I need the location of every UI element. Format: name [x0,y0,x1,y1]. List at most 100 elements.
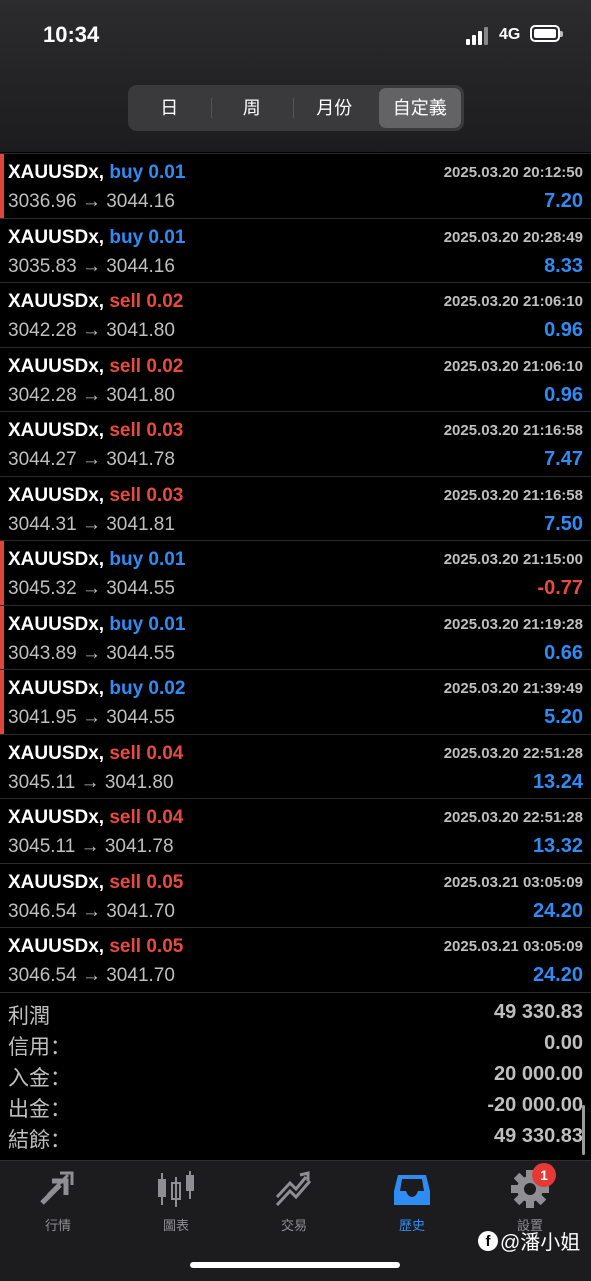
tab-settings[interactable]: 1 設置 [480,1163,580,1234]
trade-row[interactable]: XAUUSDx, buy 0.01 2025.03.20 21:19:28 3043… [0,605,591,670]
trade-side: sell 0.05 [109,872,183,893]
trade-side: buy 0.01 [109,549,185,570]
trade-symbol: XAUUSDx, sell 0.02 [8,356,183,378]
symbol-text: XAUUSDx, [8,162,105,183]
symbol-text: XAUUSDx, [8,936,105,957]
side-text: sell [109,420,142,441]
symbol-text: XAUUSDx, [8,807,105,828]
scrollbar[interactable] [582,1105,585,1155]
symbol-text: XAUUSDx, [8,613,105,635]
trade-symbol: XAUUSDx, buy 0.02 [8,678,185,700]
trade-profit: -0.77 [537,577,583,599]
side-text: sell [109,871,142,893]
balance-value: 49 330.83 [494,1125,583,1147]
trade-prices: 3045.11 → 3041.78 [8,836,174,857]
tab-quotes[interactable]: 行情 [8,1169,108,1234]
trade-row[interactable]: XAUUSDx, sell 0.04 2025.03.20 22:51:28 304… [0,735,591,799]
trade-datetime: 2025.03.20 22:51:28 [443,809,583,826]
trade-profit: 0.66 [544,641,583,664]
home-indicator[interactable] [190,1262,400,1268]
side-text: sell [109,484,142,506]
trade-datetime: 2025.03.21 03:05:09 [443,873,583,891]
profit-label: 利潤 [8,1005,50,1028]
trade-row[interactable]: XAUUSDx, buy 0.01 2025.03.20 20:28:49 3035… [0,219,591,283]
volume-text: 0.01 [148,226,186,248]
cellular-signal-icon [466,27,492,45]
tab-quotes-label: 行情 [44,1218,71,1233]
candlestick-icon [156,1169,196,1209]
facebook-icon: f [478,1230,498,1251]
trade-row[interactable]: XAUUSDx, buy 0.02 2025.03.20 21:39:49 3041… [0,670,591,735]
symbol-text: XAUUSDx, [8,291,105,312]
tab-trade[interactable]: 交易 [244,1169,344,1234]
trade-symbol: XAUUSDx, sell 0.05 [8,872,183,894]
segment-day[interactable]: 日 [128,88,211,128]
segment-month[interactable]: 月份 [293,88,376,128]
trade-symbol: XAUUSDx, buy 0.01 [8,162,185,184]
trade-profit: 13.24 [532,770,583,793]
tab-history[interactable]: 歷史 [362,1169,462,1234]
trade-side: sell 0.02 [109,356,183,377]
trade-prices: 3045.11 → 3041.80 [8,771,174,793]
trade-side: buy 0.02 [109,678,185,699]
volume-text: 0.04 [146,742,184,764]
trade-row[interactable]: XAUUSDx, sell 0.04 2025.03.20 22:51:28 304… [0,799,591,864]
trade-row[interactable]: XAUUSDx, sell 0.05 2025.03.21 03:05:09 304… [0,864,591,928]
trade-datetime: 2025.03.20 21:19:28 [443,615,583,633]
trade-row[interactable]: XAUUSDx, sell 0.05 2025.03.21 03:05:09 304… [0,928,591,993]
trade-row[interactable]: XAUUSDx, buy 0.01 2025.03.20 21:15:00 3045… [0,541,591,606]
trade-prices: 3046.54 → 3041.70 [8,900,175,922]
volume-text: 0.02 [146,355,184,377]
trade-row[interactable]: XAUUSDx, sell 0.02 2025.03.20 21:06:10 304… [0,348,591,412]
trade-side: sell 0.03 [109,420,183,441]
account-summary: 利潤 49 330.83 信用： 0.00 入金： 20 000.00 出金： … [0,998,591,1153]
withdrawal-label: 出金： [8,1098,71,1121]
side-text: sell [109,742,142,764]
trade-profit: 24.20 [532,899,583,922]
segment-week[interactable]: 周 [210,88,294,128]
side-text: buy [109,678,144,699]
trade-history-list: 3039.21 → 3041.80-5.18XAUUSDx, buy 0.012… [0,120,591,993]
segment-custom[interactable]: 自定義 [378,88,461,128]
trade-row[interactable]: XAUUSDx, sell 0.03 2025.03.20 21:16:58 304… [0,477,591,541]
trade-datetime: 2025.03.20 22:51:28 [443,744,583,762]
volume-text: 0.05 [146,936,184,957]
symbol-text: XAUUSDx, [8,484,105,506]
deposit-label: 入金： [8,1067,71,1090]
trade-profit: 7.47 [544,448,583,470]
trade-prices: 3042.28 → 3041.80 [8,320,175,341]
tab-charts-label: 圖表 [162,1218,189,1233]
side-text: sell [109,355,142,377]
summary-deposit-row: 入金： 20 000.00 [0,1060,591,1091]
trade-row[interactable]: XAUUSDx, sell 0.03 2025.03.20 21:16:58 304… [0,412,591,477]
symbol-text: XAUUSDx, [8,678,105,699]
trade-datetime: 2025.03.20 21:16:58 [443,486,583,504]
volume-text: 0.04 [146,807,184,828]
trade-symbol: XAUUSDx, sell 0.02 [8,291,183,313]
credit-label: 信用： [8,1036,71,1059]
side-text: sell [109,936,142,957]
trade-row[interactable]: XAUUSDx, sell 0.02 2025.03.20 21:06:10 304… [0,283,591,348]
trade-side: buy 0.01 [109,227,185,248]
summary-profit-row: 利潤 49 330.83 [0,998,591,1029]
trade-symbol: XAUUSDx, sell 0.03 [8,420,183,442]
trade-profit: 0.96 [544,319,583,341]
trade-side: buy 0.01 [109,614,185,635]
symbol-text: XAUUSDx, [8,871,105,893]
trade-row[interactable]: XAUUSDx, buy 0.01 2025.03.20 20:12:50 3036… [0,154,591,219]
side-text: buy [109,549,144,570]
trade-datetime: 2025.03.20 21:39:49 [443,680,583,697]
trade-profit: 24.20 [532,964,583,986]
trade-symbol: XAUUSDx, buy 0.01 [8,227,185,249]
volume-text: 0.02 [148,678,186,699]
volume-text: 0.01 [148,613,186,635]
side-text: buy [109,162,144,183]
deposit-value: 20 000.00 [494,1063,583,1085]
trade-symbol: XAUUSDx, sell 0.03 [8,485,183,507]
trade-symbol: XAUUSDx, buy 0.01 [8,614,185,636]
tab-charts[interactable]: 圖表 [126,1169,226,1234]
volume-text: 0.02 [146,291,184,312]
trade-prices: 3045.32 → 3044.55 [8,578,175,599]
volume-text: 0.05 [146,871,184,893]
gear-icon: 1 [510,1163,556,1209]
